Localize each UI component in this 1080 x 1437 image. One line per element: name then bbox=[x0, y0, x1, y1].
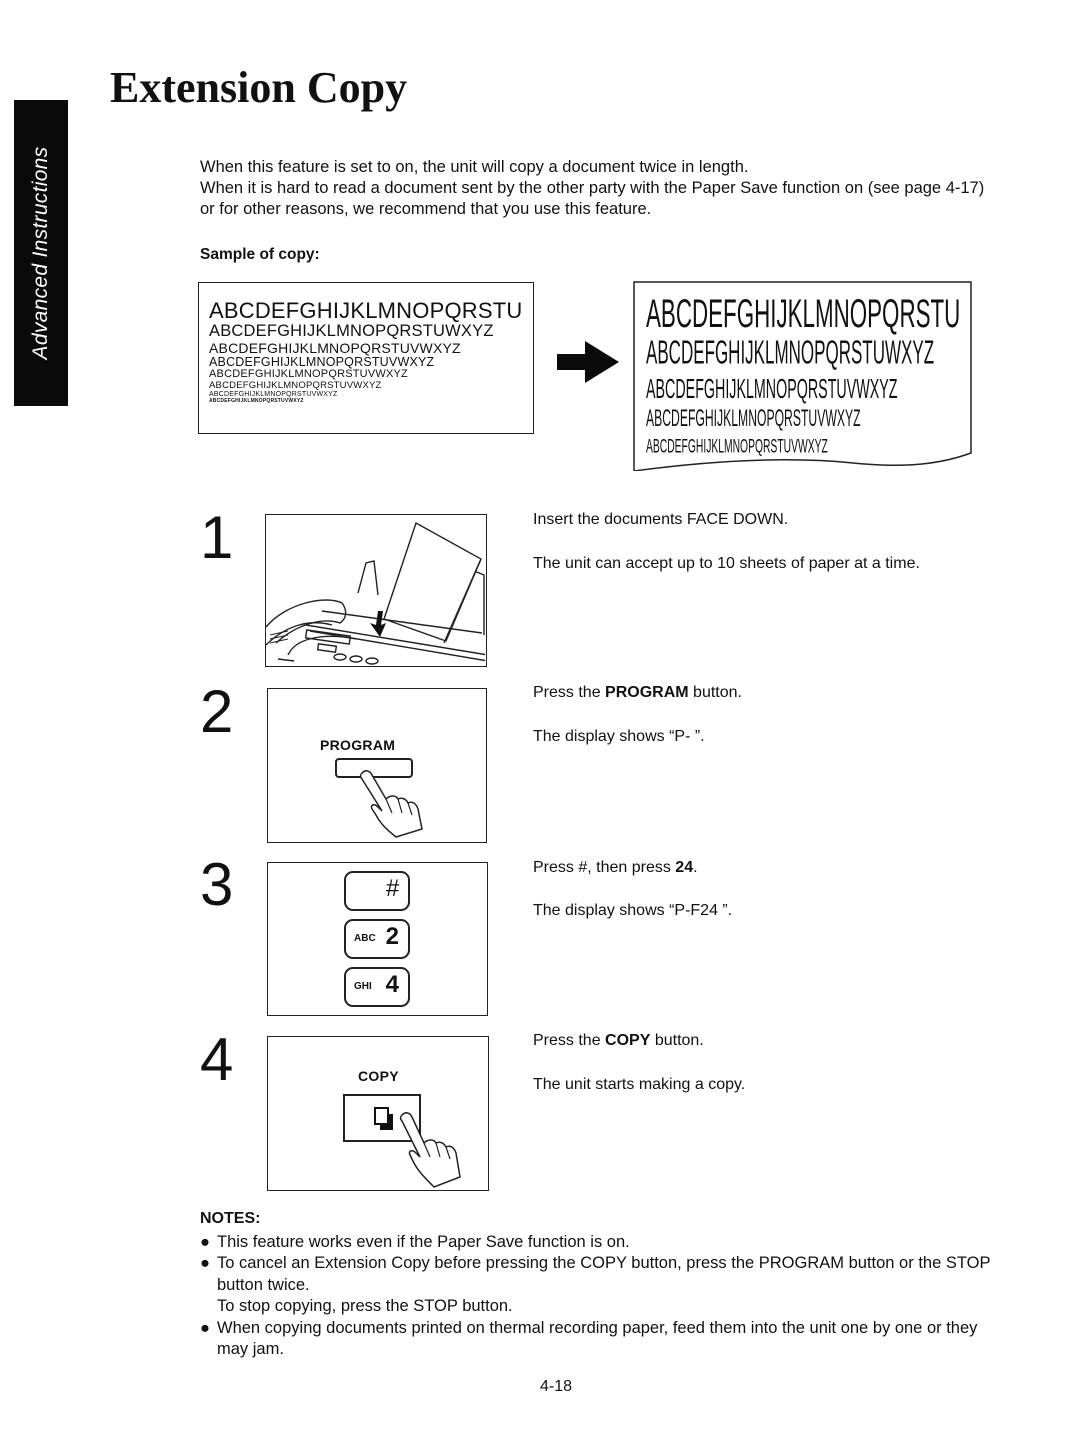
copy-keyword: COPY bbox=[605, 1032, 651, 1049]
intro-text: When this feature is set to on, the unit… bbox=[200, 157, 1000, 220]
step-instruction: Press #, then press 24. bbox=[533, 859, 698, 877]
key-digit: 4 bbox=[385, 971, 399, 998]
key-letters: ABC bbox=[354, 933, 376, 944]
step-detail: The unit starts making a copy. bbox=[533, 1076, 746, 1093]
text-span: Press the bbox=[533, 1032, 606, 1049]
key-digit: 2 bbox=[385, 923, 399, 950]
step-instruction: Insert the documents FACE DOWN. bbox=[533, 511, 789, 528]
step-number: 1 bbox=[200, 504, 234, 571]
step-1-illustration bbox=[265, 514, 489, 667]
copy-button-label: COPY bbox=[358, 1068, 399, 1084]
note-item: ● To cancel an Extension Copy before pre… bbox=[200, 1253, 1000, 1318]
sample-line: ABCDEFGHIJKLMNOPQRSTUVWXYZ bbox=[209, 354, 435, 369]
hash-key[interactable]: # bbox=[344, 871, 410, 911]
section-tab-label: Advanced Instructions bbox=[29, 146, 52, 360]
step-detail: The display shows “P-F24 ”. bbox=[533, 902, 733, 919]
sample-line: ABCDEFGHIJKLMNOPQRSTUVWXYZ bbox=[209, 339, 461, 356]
page-title: Extension Copy bbox=[110, 63, 408, 112]
notes-heading: NOTES: bbox=[200, 1210, 261, 1227]
step-4-illustration: COPY bbox=[267, 1036, 489, 1191]
sample-line: ABCDEFGHIJKLMNOPQRSTUVWXYZ bbox=[646, 434, 828, 458]
page-number: 4-18 bbox=[540, 1378, 573, 1395]
bullet-icon: ● bbox=[200, 1254, 210, 1272]
sample-label: Sample of copy: bbox=[200, 246, 320, 263]
key-symbol: # bbox=[385, 875, 399, 902]
note-text: When copying documents printed on therma… bbox=[217, 1318, 978, 1359]
intro-paragraph: When this feature is set to on, the unit… bbox=[200, 158, 749, 176]
right-arrow-icon bbox=[557, 341, 619, 383]
pointing-hand-icon bbox=[359, 770, 423, 838]
digits-keyword: 24 bbox=[675, 859, 694, 876]
intro-paragraph: When it is hard to read a document sent … bbox=[200, 179, 985, 218]
note-text: To stop copying, press the STOP button. bbox=[217, 1297, 513, 1315]
text-span: button. bbox=[688, 684, 742, 701]
step-detail: The unit can accept up to 10 sheets of p… bbox=[533, 555, 920, 572]
bullet-icon: ● bbox=[200, 1232, 210, 1251]
text-span: button. bbox=[650, 1032, 704, 1049]
sample-original: ABCDEFGHIJKLMNOPQRSTU ABCDEFGHIJKLMNOPQR… bbox=[198, 282, 534, 434]
note-item: ● When copying documents printed on ther… bbox=[200, 1318, 1000, 1361]
step-detail: The display shows “P- ”. bbox=[533, 728, 705, 745]
sample-line: ABCDEFGHIJKLMNOPQRSTUWXYZ bbox=[209, 321, 494, 340]
text-span: Press #, then press bbox=[533, 859, 676, 876]
notes-section: NOTES: ● This feature works even if the … bbox=[200, 1208, 1000, 1361]
step-3-illustration: # ABC 2 GHI 4 bbox=[267, 862, 488, 1016]
step-instruction: Press the PROGRAM button. bbox=[533, 684, 742, 702]
step-number: 3 bbox=[200, 851, 234, 918]
pointing-hand-icon bbox=[399, 1112, 461, 1188]
step-2-illustration: PROGRAM bbox=[267, 688, 487, 843]
bullet-icon: ● bbox=[200, 1318, 210, 1337]
text-span: Press the bbox=[533, 684, 606, 701]
step-number: 4 bbox=[200, 1026, 234, 1093]
program-button-label: PROGRAM bbox=[320, 737, 396, 753]
section-tab: Advanced Instructions bbox=[14, 100, 68, 406]
step-number: 2 bbox=[200, 678, 234, 745]
extended-lines: ABCDEFGHIJKLMNOPQRSTU ABCDEFGHIJKLMNOPQR… bbox=[646, 293, 1012, 460]
fax-machine-illustration bbox=[265, 521, 489, 665]
sample-line: ABCDEFGHIJKLMNOPQRSTU bbox=[209, 298, 523, 323]
step-instruction: Press the COPY button. bbox=[533, 1032, 704, 1050]
note-item: ● This feature works even if the Paper S… bbox=[200, 1232, 1000, 1254]
key-letters: GHI bbox=[354, 981, 372, 992]
note-text: This feature works even if the Paper Sav… bbox=[217, 1232, 630, 1251]
key-4-ghi[interactable]: GHI 4 bbox=[344, 967, 410, 1007]
sample-extended: ABCDEFGHIJKLMNOPQRSTU ABCDEFGHIJKLMNOPQR… bbox=[633, 281, 973, 471]
sample-line: ABCDEFGHIJKLMNOPQRSTUVWXYZ bbox=[209, 397, 304, 404]
key-2-abc[interactable]: ABC 2 bbox=[344, 919, 410, 959]
text-span: . bbox=[693, 859, 698, 876]
sample-line: ABCDEFGHIJKLMNOPQRSTUVWXYZ bbox=[209, 380, 382, 392]
notes-list: ● This feature works even if the Paper S… bbox=[200, 1232, 1000, 1361]
note-text: To cancel an Extension Copy before press… bbox=[217, 1254, 991, 1294]
copy-icon bbox=[374, 1107, 393, 1130]
program-keyword: PROGRAM bbox=[605, 684, 689, 701]
